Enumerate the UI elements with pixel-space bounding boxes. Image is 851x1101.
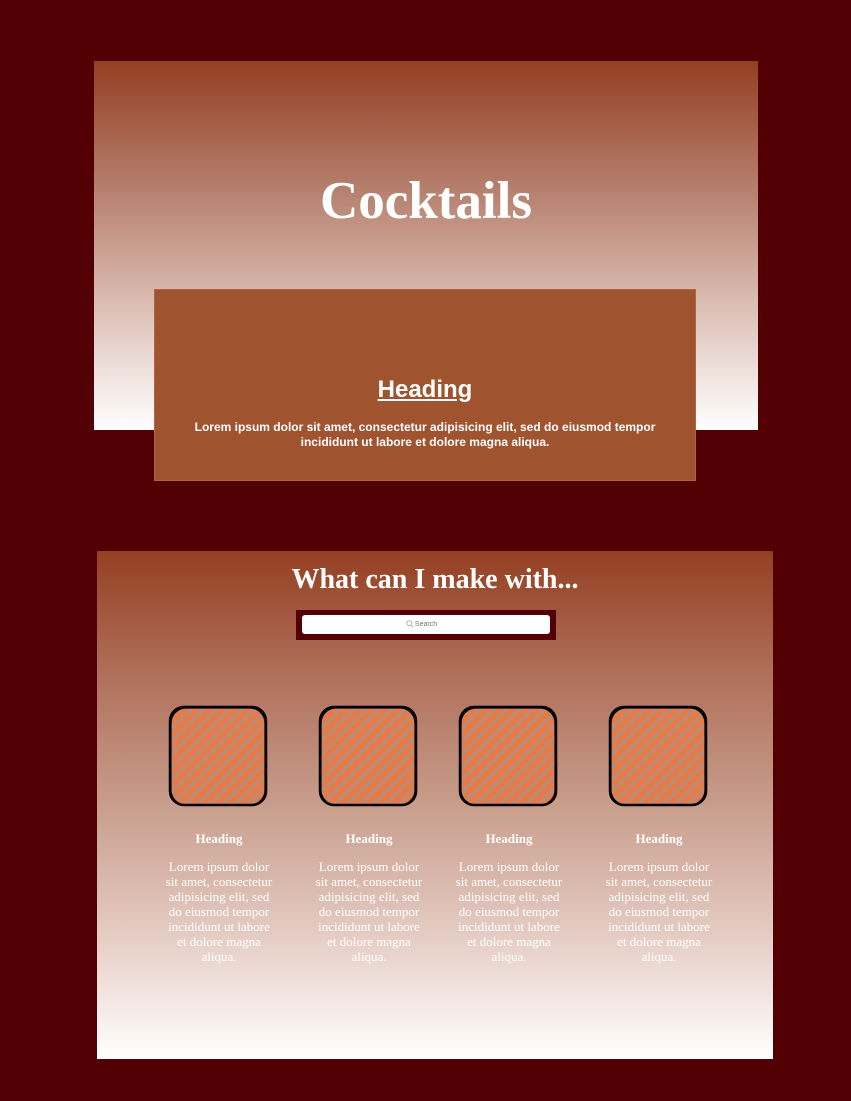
drink-card[interactable]: Heading Lorem ipsum dolor sit amet, cons…	[604, 701, 714, 964]
drink-card-text: Lorem ipsum dolor sit amet, consectetur …	[165, 859, 273, 964]
image-placeholder-icon	[168, 705, 268, 807]
drink-card-heading: Heading	[485, 831, 533, 846]
search-bar	[296, 610, 556, 640]
drink-card-text: Lorem ipsum dolor sit amet, consectetur …	[605, 859, 713, 964]
drink-card[interactable]: Heading Lorem ipsum dolor sit amet, cons…	[454, 701, 564, 964]
search-input[interactable]	[302, 615, 550, 634]
drink-card-heading: Heading	[345, 831, 393, 846]
drink-card-text: Lorem ipsum dolor sit amet, consectetur …	[315, 859, 423, 964]
drink-card[interactable]: Heading Lorem ipsum dolor sit amet, cons…	[164, 701, 274, 964]
image-placeholder-icon	[318, 705, 418, 807]
image-placeholder-icon	[458, 705, 558, 807]
finder-title: What can I make with...	[291, 564, 579, 595]
page-title: Cocktails	[320, 172, 532, 230]
ingredient-finder: What can I make with... Heading Lorem ip…	[97, 551, 773, 1059]
drink-card-heading: Heading	[635, 831, 683, 846]
drink-card[interactable]: Heading Lorem ipsum dolor sit amet, cons…	[314, 701, 424, 964]
image-placeholder-icon	[608, 705, 708, 807]
feature-card: Heading Lorem ipsum dolor sit amet, cons…	[155, 290, 695, 480]
drink-card-heading: Heading	[195, 831, 243, 846]
feature-heading[interactable]: Heading	[155, 375, 695, 405]
drink-card-text: Lorem ipsum dolor sit amet, consectetur …	[455, 859, 563, 964]
feature-text: Lorem ipsum dolor sit amet, consectetur …	[194, 420, 656, 449]
